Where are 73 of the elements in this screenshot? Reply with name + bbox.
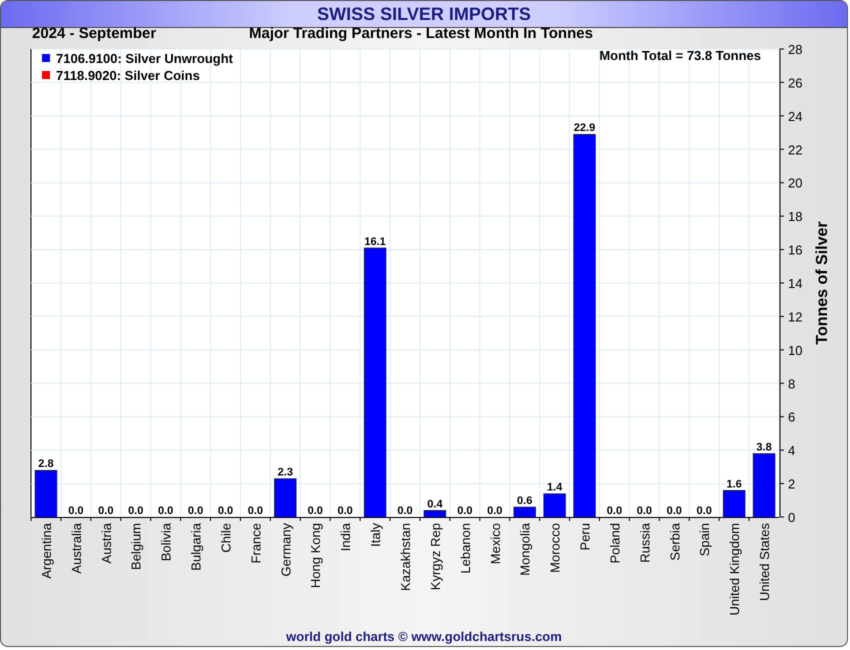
data-label: 0.0 xyxy=(68,504,84,516)
x-tick-label: United Kingdom xyxy=(727,522,742,615)
x-tick-label: Serbia xyxy=(667,522,682,560)
y-tick-label: 10 xyxy=(788,342,802,358)
x-tick-label: Bolivia xyxy=(158,522,174,561)
data-label: 0.0 xyxy=(397,504,413,516)
x-tick-label: Kyrgyz Rep xyxy=(428,522,443,590)
x-tick-label: Germany xyxy=(278,522,294,576)
chart-subtitle: Major Trading Partners - Latest Month In Tonnes xyxy=(249,24,593,44)
x-tick-label: France xyxy=(248,522,264,563)
y-tick-label: 18 xyxy=(788,208,802,224)
data-label: 22.9 xyxy=(574,122,596,134)
data-label: 0.0 xyxy=(457,504,472,516)
x-tick-label: Australia xyxy=(68,522,84,574)
x-tick-label: Poland xyxy=(607,522,622,563)
data-label: 0.0 xyxy=(487,504,502,516)
month-total-label: Month Total = 73.8 Tonnes xyxy=(599,48,761,62)
y-tick-label: 14 xyxy=(788,276,802,290)
data-label: 2.8 xyxy=(38,458,54,470)
y-tick-label: 6 xyxy=(788,409,796,424)
period-label: 2024 - September xyxy=(32,24,156,44)
data-label: 0.0 xyxy=(158,504,174,516)
x-tick-label: Peru xyxy=(578,522,593,550)
data-label: 0.6 xyxy=(517,494,532,506)
data-label: 2.3 xyxy=(278,466,293,478)
y-tick-label: 26 xyxy=(788,74,802,90)
data-label: 0.0 xyxy=(636,504,652,516)
y-tick-label: 0 xyxy=(788,510,796,524)
x-tick-label: United States xyxy=(757,522,772,601)
x-tick-label: Kazakhstan xyxy=(398,522,413,590)
chart-title: SWISS SILVER IMPORTS xyxy=(317,2,531,26)
y-axis-title: Tonnes of Silver xyxy=(814,220,831,344)
x-tick-label: Mexico xyxy=(488,522,503,564)
x-tick-label: Italy xyxy=(368,522,384,546)
data-label: 1.4 xyxy=(546,481,562,494)
data-label: 1.6 xyxy=(726,478,742,490)
data-label: 0.0 xyxy=(338,504,353,516)
x-tick-label: Russia xyxy=(637,522,652,562)
data-label: 0.4 xyxy=(427,498,443,510)
x-tick-label: Spain xyxy=(697,522,712,556)
data-label: 0.0 xyxy=(606,504,622,516)
y-tick-label: 2 xyxy=(788,476,796,492)
data-label: 3.8 xyxy=(756,440,772,453)
x-tick-label: Hong Kong xyxy=(308,522,324,588)
data-label: 0.0 xyxy=(666,504,682,516)
y-tick-label: 8 xyxy=(788,376,796,391)
data-label: 0.0 xyxy=(218,504,234,516)
legend-label: 7118.9020: Silver Coins xyxy=(56,68,200,82)
x-tick-label: Mongolia xyxy=(518,522,533,576)
data-label: 0.0 xyxy=(696,504,712,516)
x-tick-label: Bulgaria xyxy=(188,522,204,570)
x-tick-label: Belgium xyxy=(128,522,144,570)
data-label: 0.0 xyxy=(128,504,144,516)
y-tick-label: 12 xyxy=(788,308,802,324)
x-tick-label: India xyxy=(338,522,354,551)
x-tick-label: Austria xyxy=(98,522,114,563)
data-label: 0.0 xyxy=(98,504,114,516)
y-tick-label: 20 xyxy=(788,175,802,190)
data-label: 0.0 xyxy=(188,504,204,516)
y-tick-label: 16 xyxy=(788,242,802,258)
data-label: 16.1 xyxy=(364,235,386,248)
y-tick-label: 22 xyxy=(788,142,802,157)
y-tick-label: 24 xyxy=(788,108,802,124)
x-tick-label: Argentina xyxy=(38,522,54,578)
data-label: 0.0 xyxy=(308,504,323,516)
y-tick-label: 28 xyxy=(788,42,802,56)
data-label: 0.0 xyxy=(248,504,264,516)
legend-label: 7106.9100: Silver Unwrought xyxy=(56,50,234,66)
x-tick-label: Lebanon xyxy=(458,522,473,574)
footer-credit: world gold charts © www.goldchartsrus.com xyxy=(286,628,562,646)
x-tick-label: Morocco xyxy=(548,522,563,572)
x-tick-label: Chile xyxy=(218,522,234,552)
y-tick-label: 4 xyxy=(788,442,796,458)
